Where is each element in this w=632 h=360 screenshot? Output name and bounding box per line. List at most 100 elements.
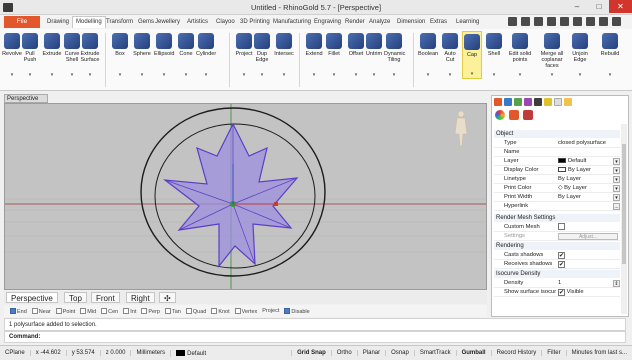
tab-clayoo[interactable]: Clayoo [216,17,235,29]
texture-icon[interactable] [523,110,533,120]
folder-tab-icon[interactable] [564,98,572,106]
tool-sphere-button[interactable]: Sphere ▾ [132,31,152,79]
scroll-thumb[interactable] [622,144,626,264]
hyperlink-browse-button[interactable]: ... [613,203,620,210]
materials-tab-icon[interactable] [524,98,532,106]
tab-transform[interactable]: Transform [106,17,133,29]
density-input[interactable]: 1 [558,279,620,288]
status-toggle-minutes-from-last-s-[interactable]: Minutes from last s... [565,350,632,356]
save-icon[interactable] [521,17,530,26]
tab-modelling[interactable]: Modelling [72,16,106,28]
osnap-point[interactable]: Point [55,307,75,315]
chevron-down-icon[interactable]: ▾ [613,158,620,165]
tool-pull-push-button[interactable]: Pull Push ▾ [20,31,40,79]
tab-render[interactable]: Render [345,17,365,29]
adjust-button[interactable]: Adjust... [558,233,618,240]
chevron-down-icon[interactable]: ▾ [252,72,272,78]
tool-cone-button[interactable]: Cone ▾ [176,31,196,79]
tool-ellipsoid-button[interactable]: Ellipsoid ▾ [154,31,174,79]
tool-rebuild-button[interactable]: Rebuild ▾ [600,31,620,79]
tool-shell-button[interactable]: Shell ▾ [484,31,504,79]
osnap-cen[interactable]: Cen [101,307,118,315]
chevron-down-icon[interactable]: ▾ [484,72,504,78]
status-units[interactable]: Millimeters [130,350,170,356]
chevron-down-icon[interactable]: ▾ [176,72,196,78]
maple-leaf-model[interactable] [162,122,299,268]
status-toggle-smarttrack[interactable]: SmartTrack [413,350,456,356]
cut-icon[interactable] [560,17,569,26]
chevron-down-icon[interactable]: ▾ [600,72,620,78]
osnap-checkbox[interactable] [55,307,62,314]
help-tab-icon[interactable] [544,98,552,106]
osnap-knot[interactable]: Knot [211,307,230,315]
chevron-down-icon[interactable]: ▾ [42,72,62,78]
osnap-checkbox[interactable] [164,307,171,314]
chevron-down-icon[interactable]: ▾ [132,72,152,78]
properties-tab-icon[interactable] [494,98,502,106]
material-icon[interactable] [509,110,519,120]
osnap-vertex[interactable]: Vertex [234,307,257,315]
tool-offset-button[interactable]: Offset ▾ [346,31,366,79]
chevron-down-icon[interactable]: ▾ [613,194,620,201]
section-render-mesh[interactable]: Render Mesh Settings [494,214,620,222]
chevron-down-icon[interactable]: ▾ [304,72,324,78]
add-viewport-tab-button[interactable]: ✣ [159,292,176,303]
tool-extrude-button[interactable]: Extrude ▾ [42,31,62,79]
osnap-checkbox[interactable] [101,307,108,314]
osnap-disable-checkbox[interactable] [284,307,291,314]
chevron-down-icon[interactable]: ▾ [463,71,481,77]
osnap-perp[interactable]: Perp [141,307,160,315]
custom-mesh-checkbox[interactable] [558,223,565,230]
minimize-button[interactable]: – [566,0,588,13]
chevron-down-icon[interactable]: ▾ [613,185,620,192]
tool-project-button[interactable]: Project ▾ [234,31,254,79]
tab-gems[interactable]: Gems [138,17,154,29]
status-toggle-osnap[interactable]: Osnap [385,350,414,356]
status-toggle-ortho[interactable]: Ortho [330,350,357,356]
osnap-mid[interactable]: Mid [80,307,96,315]
chevron-down-icon[interactable]: ▾ [80,72,100,78]
osnap-project[interactable]: Project [262,308,279,314]
tab-front-view[interactable]: Front [91,292,120,303]
chevron-down-icon[interactable]: ▾ [346,72,366,78]
property-value[interactable]: By Layer [558,166,620,175]
chevron-down-icon[interactable]: ▾ [154,72,174,78]
osnap-near[interactable]: Near [31,307,51,315]
osnap-int[interactable]: Int [123,307,136,315]
chevron-down-icon[interactable]: ▾ [2,72,22,78]
section-rendering[interactable]: Rendering [494,242,620,250]
osnap-checkbox[interactable] [31,307,38,314]
tool-fillet-button[interactable]: Fillet ▾ [324,31,344,79]
tab-dimension[interactable]: Dimension [397,17,425,29]
property-value[interactable]: closed polysurface [558,139,620,148]
export-icon[interactable] [612,17,621,26]
paste-icon[interactable] [573,17,582,26]
property-value[interactable]: By Layer [558,193,620,202]
tab-file[interactable]: File [4,16,40,28]
tool-extend-button[interactable]: Extend ▾ [304,31,324,79]
status-toggle-gumball[interactable]: Gumball [455,350,491,356]
maximize-button[interactable]: □ [588,0,610,13]
tool-dynamic-tiling-button[interactable]: Dynamic Tiling ▾ [384,31,405,79]
chevron-down-icon[interactable]: ▾ [234,72,254,78]
tool-extrude-surface-button[interactable]: Extrude Surface ▾ [80,31,100,79]
tool-revolve-button[interactable]: Revolve ▾ [2,31,22,79]
chevron-down-icon[interactable]: ▾ [418,72,438,78]
section-isocurve-density[interactable]: Isocurve Density [494,270,620,278]
undo-icon[interactable] [586,17,595,26]
tool-box-button[interactable]: Box ▾ [110,31,130,79]
tool-curve-shell-button[interactable]: Curve Shell ▾ [62,31,82,79]
status-cplane[interactable]: CPlane [0,350,30,356]
osnap-checkbox[interactable] [123,307,130,314]
visible-checkbox[interactable]: ✔ [558,289,565,296]
chevron-down-icon[interactable]: ▾ [613,176,620,183]
osnap-checkbox[interactable] [10,307,16,314]
tab-analyze[interactable]: Analyze [369,17,390,29]
redo-icon[interactable] [599,17,608,26]
tool-cylinder-button[interactable]: Cylinder ▾ [196,31,216,79]
osnap-tan[interactable]: Tan [164,307,181,315]
tab-drawing[interactable]: Drawing [47,17,69,29]
tab-top-view[interactable]: Top [64,292,87,303]
chevron-down-icon[interactable]: ▾ [536,72,568,78]
osnap-quad[interactable]: Quad [185,307,206,315]
